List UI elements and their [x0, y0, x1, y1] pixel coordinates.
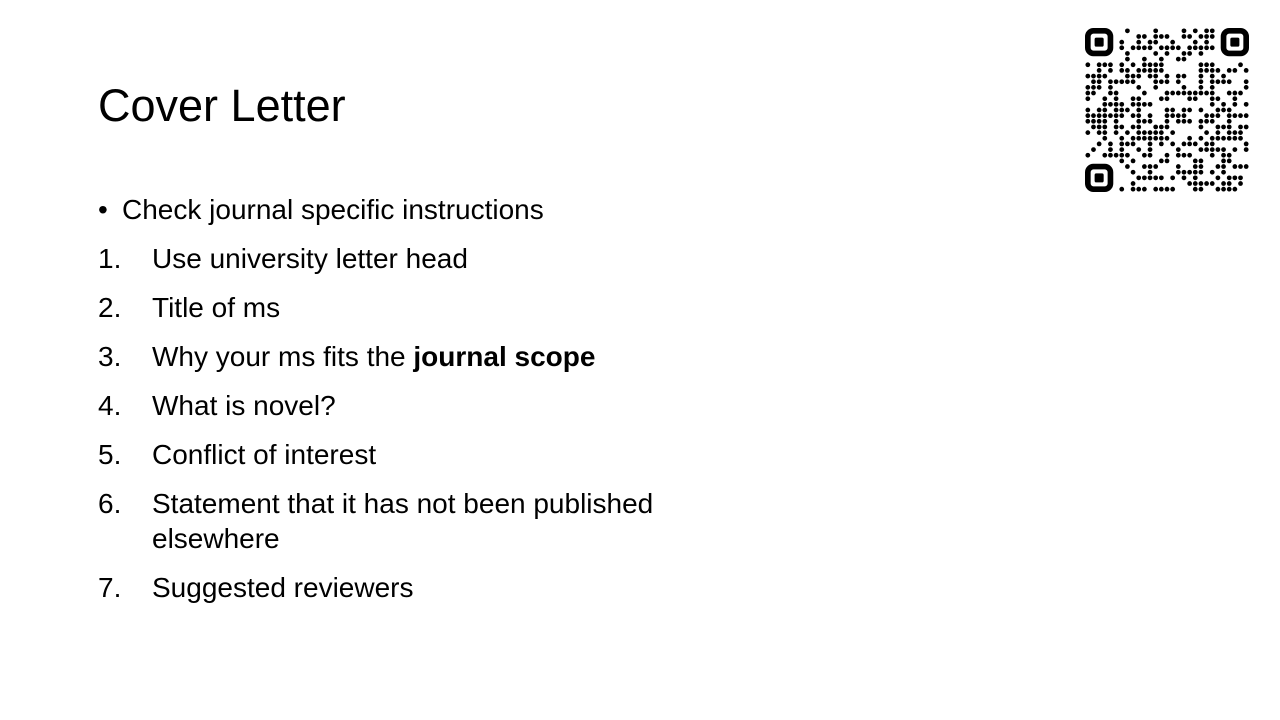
- list-item: 6. Statement that it has not been publish…: [98, 486, 772, 556]
- list-item: 1. Use university letter head: [98, 241, 798, 276]
- list-item: 4. What is novel?: [98, 388, 798, 423]
- list-number: 4.: [98, 390, 122, 421]
- list-item-text: Statement that it has not been published…: [152, 488, 654, 554]
- list-item-text: What is novel?: [152, 390, 336, 421]
- list-number: 2.: [98, 292, 122, 323]
- list-item-text: Suggested reviewers: [152, 572, 414, 603]
- list-item-text: Conflict of interest: [152, 439, 377, 470]
- list-item-text: Use university letter head: [152, 243, 468, 274]
- list-item: 3. Why your ms fits the journal scope: [98, 339, 798, 374]
- list-number: 3.: [98, 341, 122, 372]
- list-number: 5.: [98, 439, 122, 470]
- content-list: • Check journal specific instructions 1.…: [98, 192, 798, 619]
- list-item: 7. Suggested reviewers: [98, 570, 798, 605]
- list-item: 5. Conflict of interest: [98, 437, 798, 472]
- bullet-marker: •: [98, 194, 108, 225]
- slide-title: Cover Letter: [98, 80, 346, 131]
- list-item-text: Check journal specific instructions: [122, 194, 544, 225]
- list-item: • Check journal specific instructions: [98, 192, 798, 227]
- list-item-text: Title of ms: [152, 292, 281, 323]
- list-number: 7.: [98, 572, 122, 603]
- list-item-text: Why your ms fits the: [152, 341, 414, 372]
- list-item: 2. Title of ms: [98, 290, 798, 325]
- list-number: 1.: [98, 243, 122, 274]
- qr-code-icon: [1085, 28, 1249, 192]
- list-number: 6.: [98, 488, 122, 519]
- list-item-bold-text: journal scope: [413, 341, 596, 372]
